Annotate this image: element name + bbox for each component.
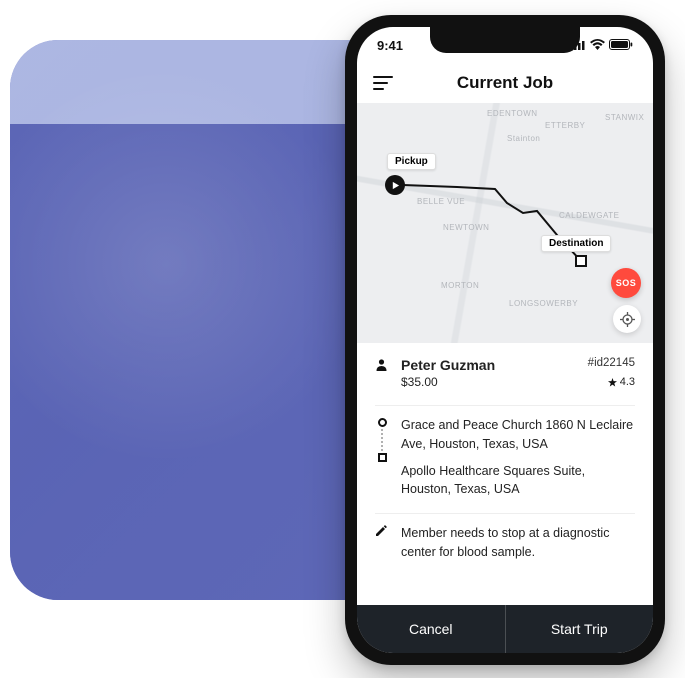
phone-frame: 9:41 Current Job EDENTOWN — [345, 15, 665, 665]
pickup-address: Grace and Peace Church 1860 N Leclaire A… — [401, 416, 635, 454]
map-place-label: LONGSOWERBY — [509, 299, 578, 308]
map-place-label: MORTON — [441, 281, 479, 290]
sos-button[interactable]: SOS — [611, 268, 641, 298]
destination-label: Destination — [541, 235, 611, 252]
origin-icon — [378, 418, 387, 427]
map-place-label: BELLE VUE — [417, 197, 465, 206]
person-icon — [375, 357, 389, 374]
job-details: Peter Guzman #id22145 $35.00 4.3 — [357, 343, 653, 605]
crosshair-icon — [620, 312, 635, 327]
map-view[interactable]: EDENTOWN ETTERBY STANWIX Stainton BELLE … — [357, 103, 653, 343]
address-block: Grace and Peace Church 1860 N Leclaire A… — [375, 416, 635, 507]
destination-pin — [575, 255, 587, 267]
start-trip-button[interactable]: Start Trip — [506, 605, 654, 653]
member-id: #id22145 — [588, 357, 635, 369]
map-place-label: EDENTOWN — [487, 109, 538, 118]
locate-button[interactable] — [613, 305, 641, 333]
phone-screen: 9:41 Current Job EDENTOWN — [357, 27, 653, 653]
battery-icon — [609, 38, 633, 53]
pencil-icon — [375, 524, 389, 540]
menu-icon[interactable] — [373, 76, 393, 90]
app-header: Current Job — [357, 63, 653, 103]
divider — [375, 513, 635, 514]
pickup-label: Pickup — [387, 153, 436, 170]
map-place-label: Stainton — [507, 134, 540, 143]
pickup-pin — [385, 175, 405, 195]
member-name: Peter Guzman — [401, 357, 495, 373]
route-line — [357, 103, 653, 343]
footer-actions: Cancel Start Trip — [357, 605, 653, 653]
cancel-button[interactable]: Cancel — [357, 605, 506, 653]
map-place-label: ETTERBY — [545, 121, 585, 130]
destination-address: Apollo Healthcare Squares Suite, Houston… — [401, 462, 635, 500]
map-place-label: NEWTOWN — [443, 223, 489, 232]
map-place-label: STANWIX — [605, 113, 644, 122]
destination-icon — [378, 453, 387, 462]
divider — [375, 405, 635, 406]
star-icon — [608, 378, 617, 387]
trip-price: $35.00 — [401, 375, 438, 389]
page-title: Current Job — [357, 73, 653, 93]
member-rating: 4.3 — [608, 375, 635, 389]
trip-note: Member needs to stop at a diagnostic cen… — [401, 524, 635, 562]
wifi-icon — [590, 38, 605, 53]
pickup-marker-icon — [385, 175, 405, 195]
status-time: 9:41 — [377, 38, 403, 53]
map-place-label: CALDEWGATE — [559, 211, 619, 220]
phone-notch — [430, 27, 580, 53]
